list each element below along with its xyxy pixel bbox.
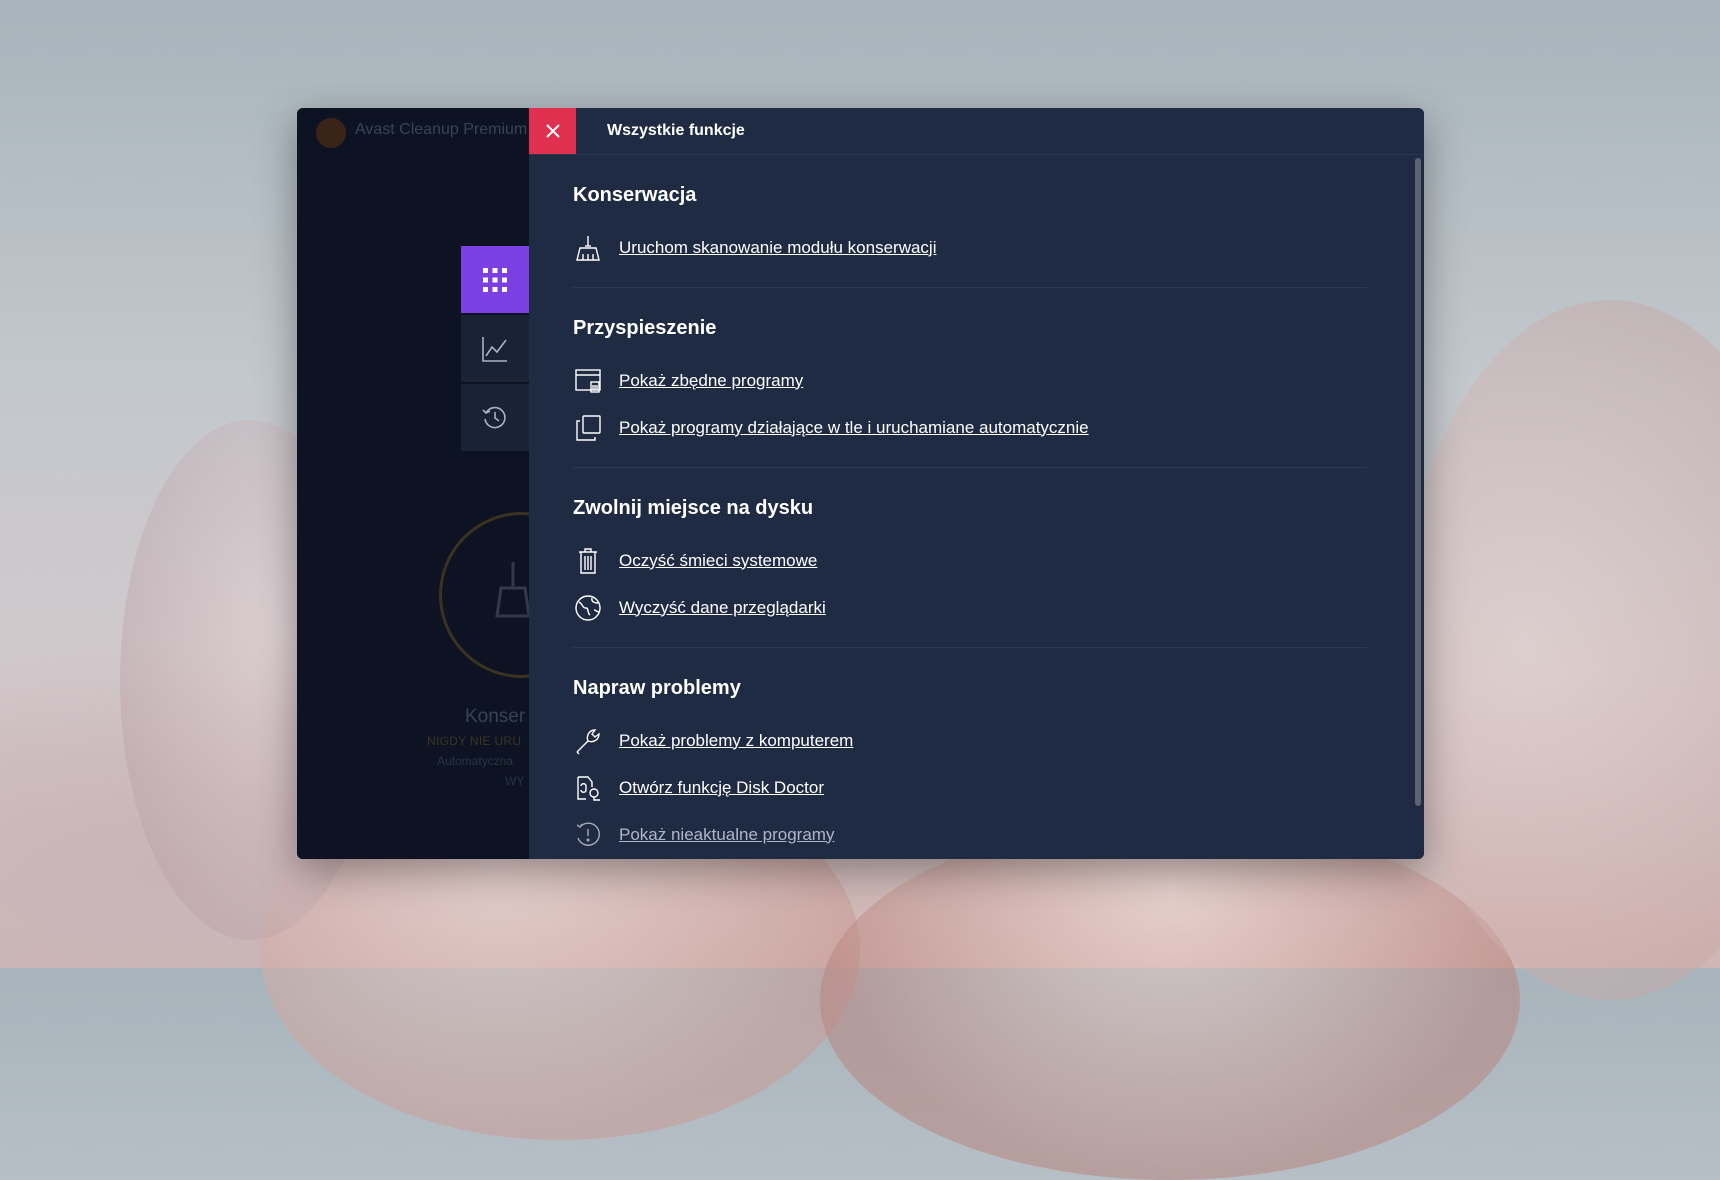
tab-history[interactable] bbox=[461, 384, 529, 451]
trash-icon bbox=[579, 547, 597, 574]
feature-item[interactable]: Oczyść śmieci systemowe bbox=[573, 537, 1367, 584]
clean-system-junk-link[interactable]: Oczyść śmieci systemowe bbox=[619, 551, 817, 571]
side-tabs bbox=[461, 246, 529, 453]
maintenance-status-title: Konser bbox=[465, 706, 526, 727]
clear-browser-data-link[interactable]: Wyczyść dane przeglądarki bbox=[619, 598, 826, 618]
panel-header: Wszystkie funkcje bbox=[529, 108, 1424, 155]
feature-item[interactable]: Pokaż problemy z komputerem bbox=[573, 717, 1367, 764]
feature-item[interactable]: Pokaż programy działające w tle i urucha… bbox=[573, 404, 1367, 451]
section-title: Zwolnij miejsce na dysku bbox=[573, 497, 814, 519]
feature-item[interactable]: Pokaż zbędne programy bbox=[573, 357, 1367, 404]
unneeded-programs-icon bbox=[575, 368, 601, 393]
feature-item[interactable]: Wyczyść dane przeglądarki bbox=[573, 584, 1367, 631]
feature-item[interactable]: Otwórz funkcję Disk Doctor bbox=[573, 764, 1367, 811]
panel-body: Konserwacja Uruchom skanowanie modułu ko… bbox=[529, 155, 1424, 859]
section-maintenance: Konserwacja Uruchom skanowanie modułu ko… bbox=[573, 155, 1367, 288]
scrollbar[interactable] bbox=[1415, 158, 1421, 806]
close-icon bbox=[545, 124, 560, 138]
show-outdated-programs-link[interactable]: Pokaż nieaktualne programy bbox=[619, 825, 834, 845]
section-speed-up: Przyspieszenie Pokaż zbędne programy Pok… bbox=[573, 288, 1367, 468]
tab-performance-chart[interactable] bbox=[461, 315, 529, 382]
show-unneeded-programs-link[interactable]: Pokaż zbędne programy bbox=[619, 371, 803, 391]
maintenance-status-line: NIGDY NIE URU bbox=[427, 734, 522, 748]
close-button[interactable] bbox=[529, 108, 576, 154]
run-maintenance-scan-link[interactable]: Uruchom skanowanie modułu konserwacji bbox=[619, 238, 936, 258]
section-free-disk-space: Zwolnij miejsce na dysku Oczyść śmieci s… bbox=[573, 468, 1367, 648]
background-programs-icon bbox=[576, 414, 601, 441]
disk-doctor-icon bbox=[577, 775, 600, 801]
app-title: Avast Cleanup Premium bbox=[355, 121, 528, 138]
show-background-programs-link[interactable]: Pokaż programy działające w tle i urucha… bbox=[619, 418, 1089, 438]
section-title: Konserwacja bbox=[573, 184, 697, 206]
app-window: Avast Cleanup Premium Konser NIGDY NIE U… bbox=[297, 108, 1424, 859]
wallpaper-petal bbox=[820, 820, 1520, 1180]
wrench-icon bbox=[576, 728, 600, 754]
browser-globe-icon bbox=[575, 594, 601, 621]
section-title: Przyspieszenie bbox=[573, 317, 717, 339]
section-title: Napraw problemy bbox=[573, 677, 741, 699]
all-features-panel: Wszystkie funkcje Konserwacja Uruchom sk… bbox=[529, 108, 1424, 859]
open-disk-doctor-link[interactable]: Otwórz funkcję Disk Doctor bbox=[619, 778, 824, 798]
broom-icon bbox=[576, 235, 600, 261]
broom-icon bbox=[495, 562, 531, 618]
apps-grid-icon bbox=[483, 267, 507, 292]
tab-all-features[interactable] bbox=[461, 246, 529, 313]
outdated-programs-icon bbox=[576, 822, 601, 846]
avast-logo-icon bbox=[316, 118, 346, 148]
history-icon bbox=[482, 406, 506, 428]
maintenance-status-sub2: WY bbox=[505, 774, 525, 788]
maintenance-status-sub: Automatyczna bbox=[437, 754, 514, 768]
show-pc-problems-link[interactable]: Pokaż problemy z komputerem bbox=[619, 731, 853, 751]
background-app: Avast Cleanup Premium Konser NIGDY NIE U… bbox=[297, 108, 605, 859]
chart-icon bbox=[482, 336, 507, 362]
section-fix-problems: Napraw problemy Pokaż problemy z kompute… bbox=[573, 648, 1367, 859]
feature-item[interactable]: Uruchom skanowanie modułu konserwacji bbox=[573, 224, 1367, 271]
feature-item[interactable]: Pokaż nieaktualne programy bbox=[573, 811, 1367, 858]
panel-title: Wszystkie funkcje bbox=[607, 122, 745, 139]
